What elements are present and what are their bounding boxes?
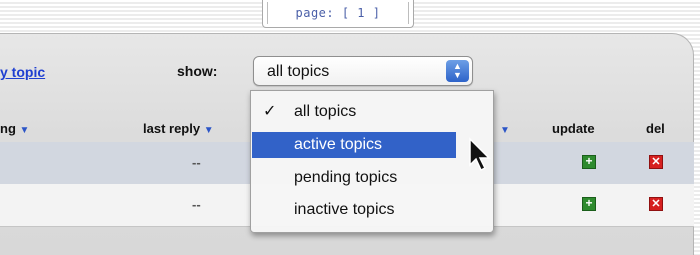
select-arrows-icon[interactable]: ▲ ▼ <box>446 60 469 82</box>
sort-caret-icon: ▼ <box>500 125 510 136</box>
menu-item-pending-topics[interactable]: pending topics <box>252 165 456 191</box>
column-header-del: del <box>646 121 665 136</box>
column-label: ng <box>0 121 16 136</box>
column-header-ng[interactable]: ng ▼ <box>0 121 29 136</box>
update-button[interactable]: + <box>582 197 596 211</box>
mouse-cursor-icon <box>469 137 491 172</box>
checkmark-icon: ✓ <box>263 103 277 120</box>
column-header-hidden[interactable]: ▼ <box>500 121 510 136</box>
sort-caret-icon: ▼ <box>19 125 30 136</box>
column-label: update <box>552 121 595 136</box>
last-reply-cell: -- <box>192 197 201 212</box>
select-value: all topics <box>267 63 330 80</box>
menu-item-inactive-topics[interactable]: inactive topics <box>252 197 456 223</box>
filter-dropdown-menu: ✓ all topics active topics pending topic… <box>250 90 494 233</box>
menu-item-label: all topics <box>294 103 357 120</box>
menu-item-all-topics[interactable]: ✓ all topics <box>252 99 456 125</box>
delete-button[interactable]: ✕ <box>649 155 663 169</box>
delete-button[interactable]: ✕ <box>649 197 663 211</box>
menu-item-active-topics[interactable]: active topics <box>252 132 456 158</box>
menu-item-label: active topics <box>294 136 383 153</box>
update-button[interactable]: + <box>582 155 596 169</box>
show-label: show: <box>177 63 218 79</box>
menu-item-label: inactive topics <box>294 201 395 218</box>
column-label: last reply <box>143 121 201 136</box>
topic-filter-select[interactable]: all topics ▲ ▼ <box>253 56 473 86</box>
page-indicator[interactable]: page: [ 1 ] <box>263 6 413 20</box>
column-header-update: update <box>552 121 595 136</box>
pagination-tab: page: [ 1 ] <box>262 0 414 28</box>
column-label: del <box>646 121 665 136</box>
menu-item-label: pending topics <box>294 169 398 186</box>
sort-caret-icon: ▼ <box>203 125 214 136</box>
new-topic-link[interactable]: y topic <box>0 64 45 80</box>
last-reply-cell: -- <box>192 155 201 170</box>
column-header-last-reply[interactable]: last reply ▼ <box>143 121 214 136</box>
